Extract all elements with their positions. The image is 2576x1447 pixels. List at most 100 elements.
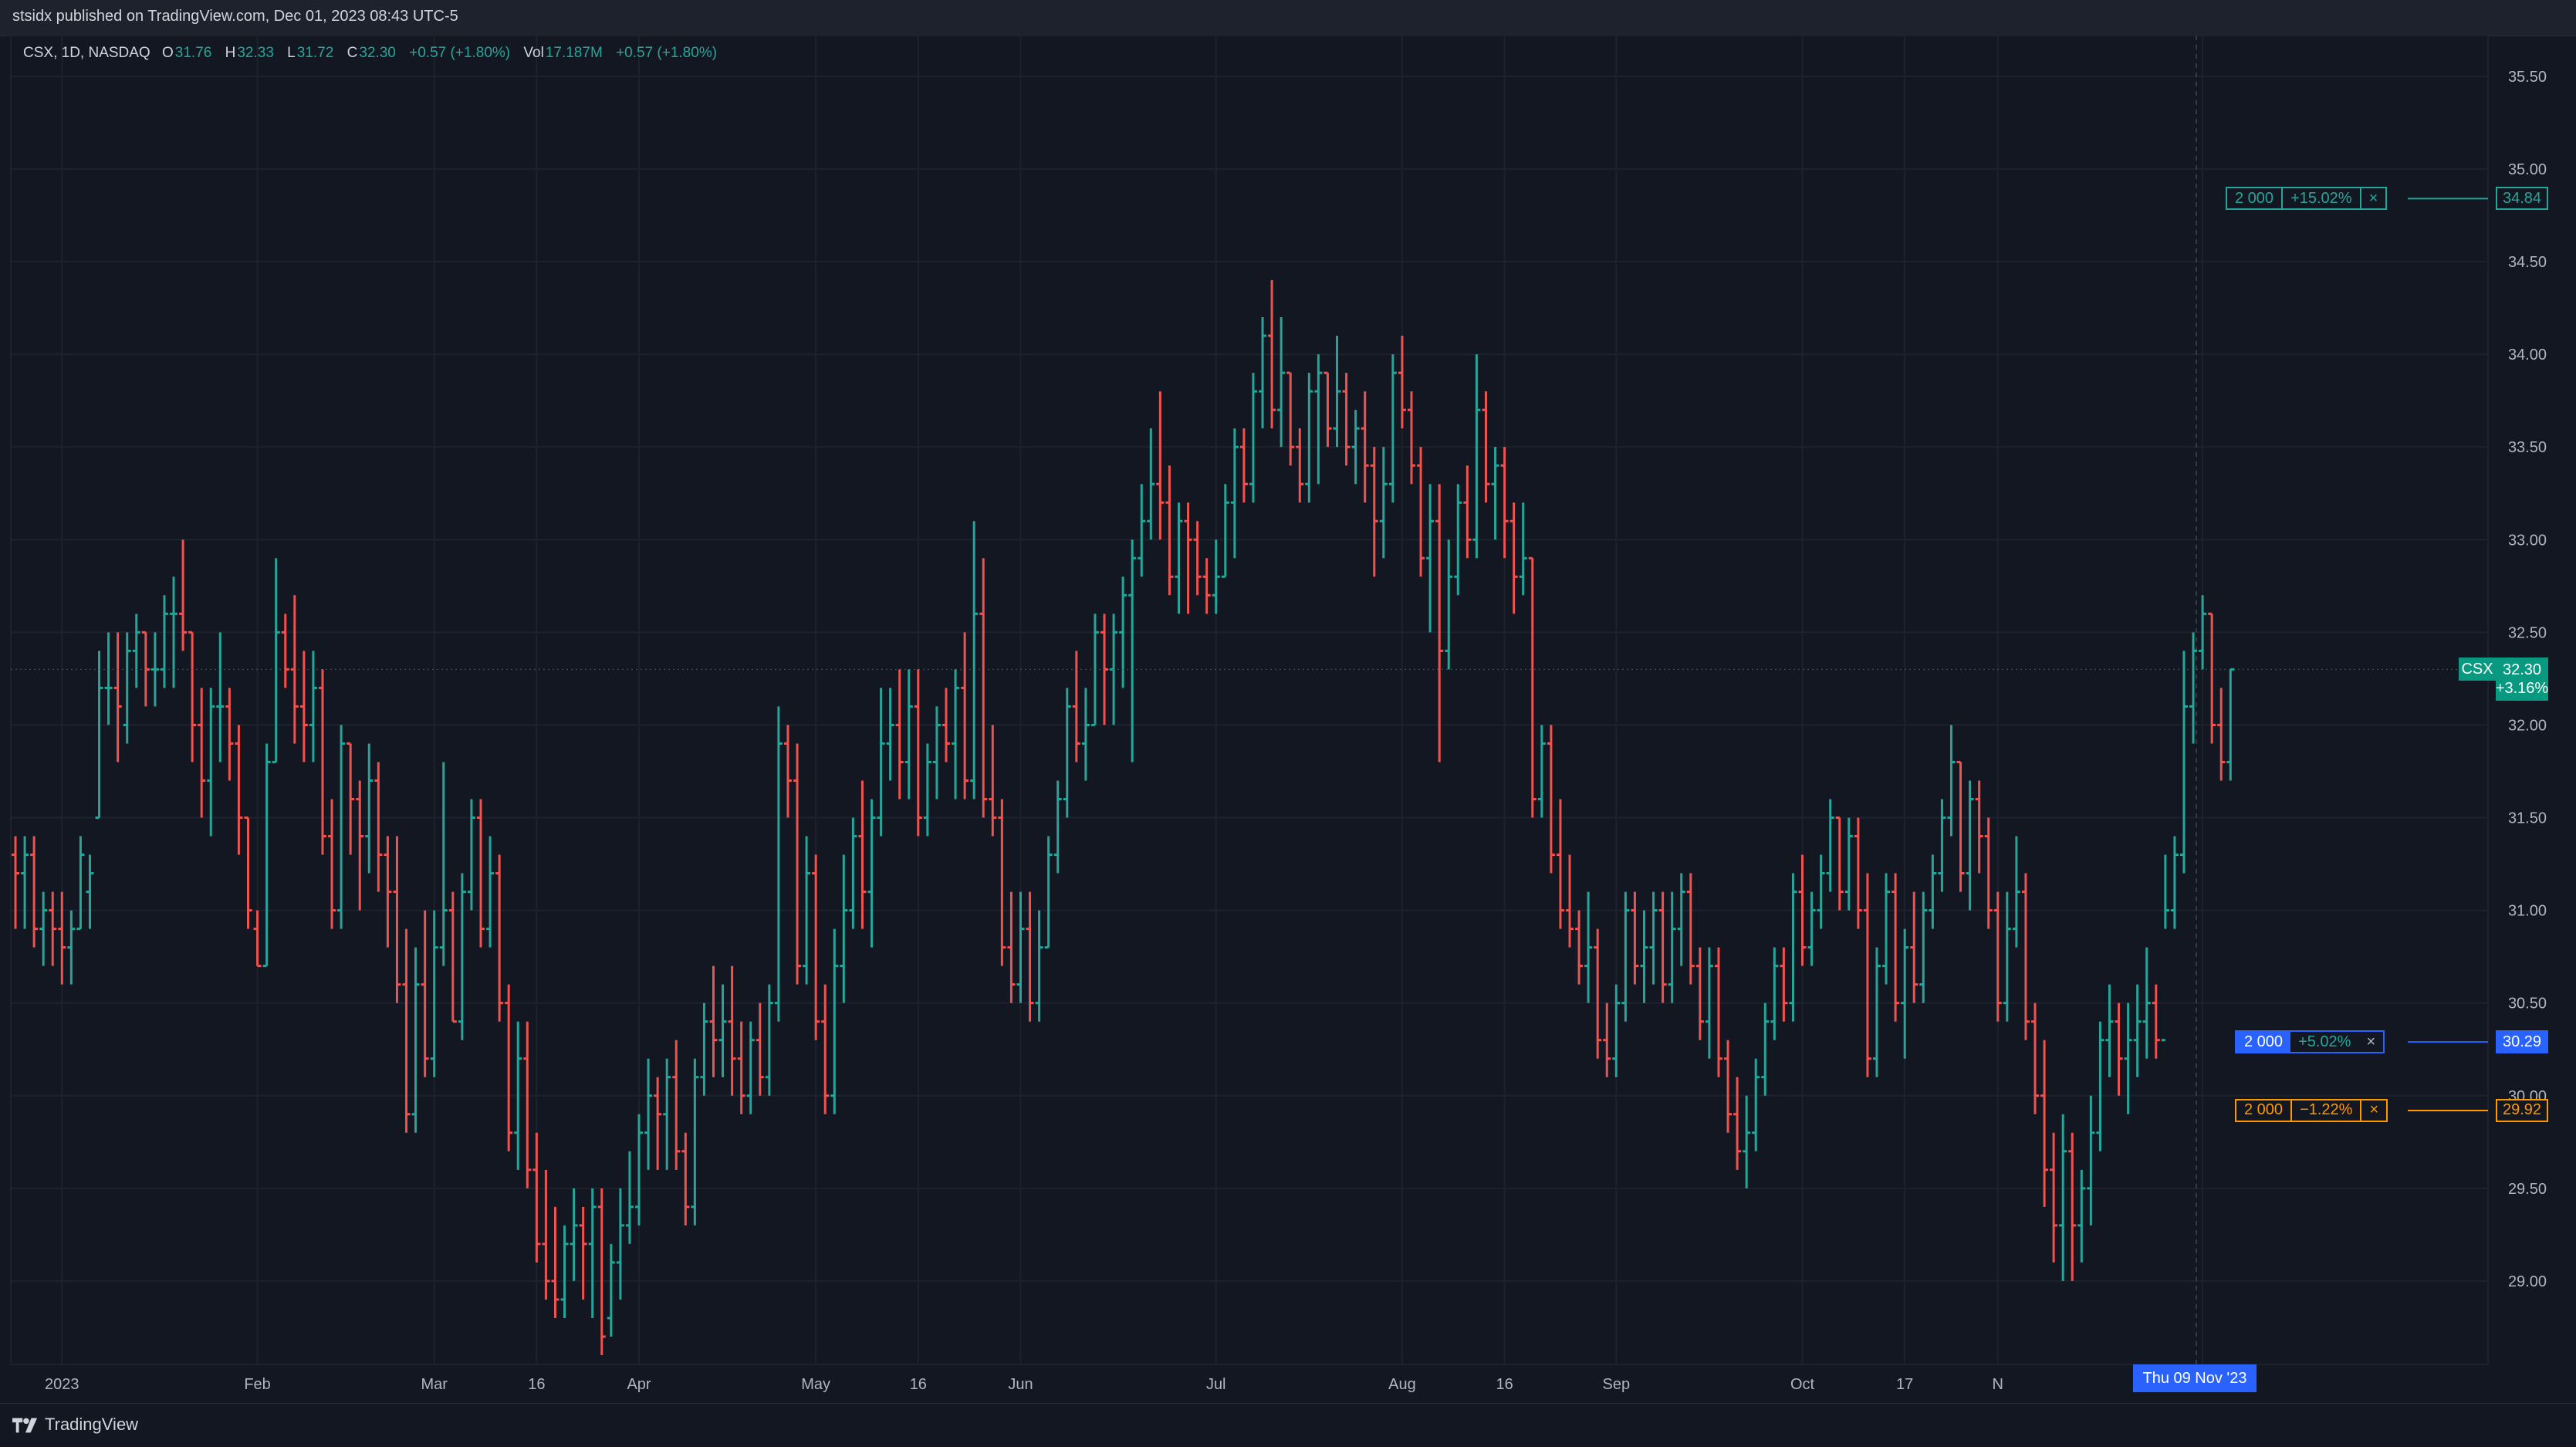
ohlc-bar (12, 836, 19, 929)
ohlc-bar (1426, 484, 1435, 633)
ohlc-bar (2115, 1002, 2123, 1096)
ohlc-bar (1212, 539, 1220, 614)
ohlc-bar (86, 854, 94, 929)
ohlc-bar (411, 947, 420, 1133)
ohlc-bar (1668, 891, 1676, 1003)
position-close-icon[interactable]: × (2360, 1100, 2386, 1121)
ohlc-bar (1910, 891, 1918, 1003)
ohlc-bar (1463, 465, 1472, 559)
ohlc-bar (1780, 947, 1788, 1022)
y-tick-label: 29.00 (2508, 1273, 2547, 1290)
ohlc-bar (765, 984, 773, 1096)
legend-close-label: C (347, 45, 358, 61)
ohlc-bar (1984, 817, 1993, 929)
y-tick-label: 33.50 (2508, 439, 2547, 456)
ohlc-bar (1677, 873, 1685, 966)
ohlc-bar (1202, 558, 1211, 614)
ohlc-bar (1323, 371, 1332, 448)
ohlc-bar (439, 762, 448, 966)
ohlc-chart[interactable]: 29.0029.5030.0030.5031.0031.5032.0032.50… (0, 35, 2576, 1403)
ohlc-bar (486, 836, 495, 948)
ohlc-bar (374, 762, 383, 892)
ohlc-bar (384, 836, 392, 948)
ohlc-bar (1761, 1002, 1770, 1096)
ohlc-bar (123, 632, 131, 744)
ohlc-bar (812, 854, 820, 1040)
ohlc-bar (2124, 1002, 2132, 1114)
ohlc-bar (365, 743, 374, 874)
chart-area[interactable]: 29.00 29.50 30.00 30.50 31.00 31.50 32.00 32.50… (0, 35, 2576, 1403)
ohlc-bar (132, 614, 140, 688)
ohlc-bar (551, 1206, 559, 1318)
plot-frame (10, 35, 2489, 1365)
ohlc-bar (979, 558, 988, 818)
ohlc-bar (2040, 1040, 2049, 1207)
ohlc-bar (2077, 1169, 2086, 1263)
ohlc-bar (2152, 984, 2160, 1059)
ohlc-bar (1147, 428, 1155, 540)
ohlc-bar (299, 651, 308, 762)
ohlc-bar (49, 891, 57, 966)
ohlc-bar (1733, 1077, 1742, 1170)
ohlc-bar (1138, 484, 1146, 577)
ohlc-bar (467, 799, 475, 911)
ohlc-bar (1826, 799, 1834, 892)
ohlc-bar (104, 632, 113, 725)
position-close-icon[interactable]: × (2358, 1032, 2383, 1052)
ohlc-bar (1919, 891, 1928, 1003)
ohlc-bar (253, 910, 262, 968)
ohlc-bar (1388, 354, 1397, 503)
x-tick-label: Mar (421, 1376, 448, 1393)
last-price-tag: 32.30 +3.16% (2495, 658, 2549, 702)
position-pct: −1.22% (2300, 1101, 2353, 1119)
ohlc-bar (1537, 725, 1546, 818)
ohlc-bar (1575, 910, 1584, 985)
ohlc-bar (1621, 891, 1630, 1022)
ohlc-bar (1379, 447, 1388, 559)
ohlc-bar (1789, 873, 1797, 1022)
tradingview-brand: TradingView (45, 1415, 139, 1434)
position-close-icon[interactable]: × (2359, 188, 2386, 209)
position-line-1[interactable]: 2 000 +15.02% × (2226, 187, 2388, 211)
position-price-tag-2: 30.29 (2496, 1030, 2548, 1054)
position-line-2[interactable]: 2 000 +5.02% × (2235, 1030, 2385, 1054)
ohlc-bar (1854, 817, 1862, 929)
y-tick-label: 32.00 (2508, 717, 2547, 734)
ohlc-bar (542, 1169, 550, 1300)
ohlc-bar (1658, 891, 1667, 1003)
ohlc-bar (1333, 336, 1341, 448)
ohlc-bar (58, 891, 66, 985)
ohlc-bar (1817, 854, 1825, 929)
ohlc-bar (877, 688, 885, 837)
y-tick-label: 29.50 (2508, 1181, 2547, 1198)
ohlc-bar (672, 1040, 681, 1170)
ohlc-bar (2087, 1095, 2095, 1226)
legend-symbol[interactable]: CSX, 1D, NASDAQ (23, 45, 150, 61)
last-price-change: +3.16% (2495, 680, 2549, 698)
ohlc-bar (1975, 780, 1983, 874)
position-price-tag-1: 34.84 (2496, 187, 2548, 211)
ohlc-bar (1938, 799, 1946, 892)
x-tick-label: Aug (1388, 1376, 1416, 1393)
ohlc-bar (2003, 891, 2011, 1022)
ohlc-bar (39, 891, 48, 966)
ohlc-bar (849, 817, 857, 929)
ohlc-bar (1594, 928, 1602, 1059)
ohlc-bar (1603, 1002, 1611, 1077)
ohlc-bar (2096, 1021, 2104, 1151)
ohlc-bar (532, 1132, 541, 1263)
ohlc-bar (430, 910, 438, 1077)
ohlc-bar (989, 725, 997, 837)
crosshair-date-label: Thu 09 Nov '23 (2133, 1364, 2257, 1392)
position-line-3[interactable]: 2 000 −1.22% × (2235, 1098, 2388, 1122)
y-tick-label: 33.00 (2508, 532, 2547, 549)
ohlc-bar (654, 1077, 662, 1170)
ohlc-bar (858, 780, 867, 929)
symbol-legend: CSX, 1D, NASDAQ O 31.76 H 32.33 L 31.72 C 32… (23, 45, 726, 62)
x-tick-label: Sep (1603, 1376, 1631, 1393)
tradingview-logo[interactable]: TradingView (12, 1415, 138, 1435)
legend-close: 32.30 (359, 45, 396, 61)
ohlc-bar (1509, 502, 1518, 614)
ohlc-bar (1193, 521, 1202, 596)
ohlc-bar (830, 928, 839, 1114)
